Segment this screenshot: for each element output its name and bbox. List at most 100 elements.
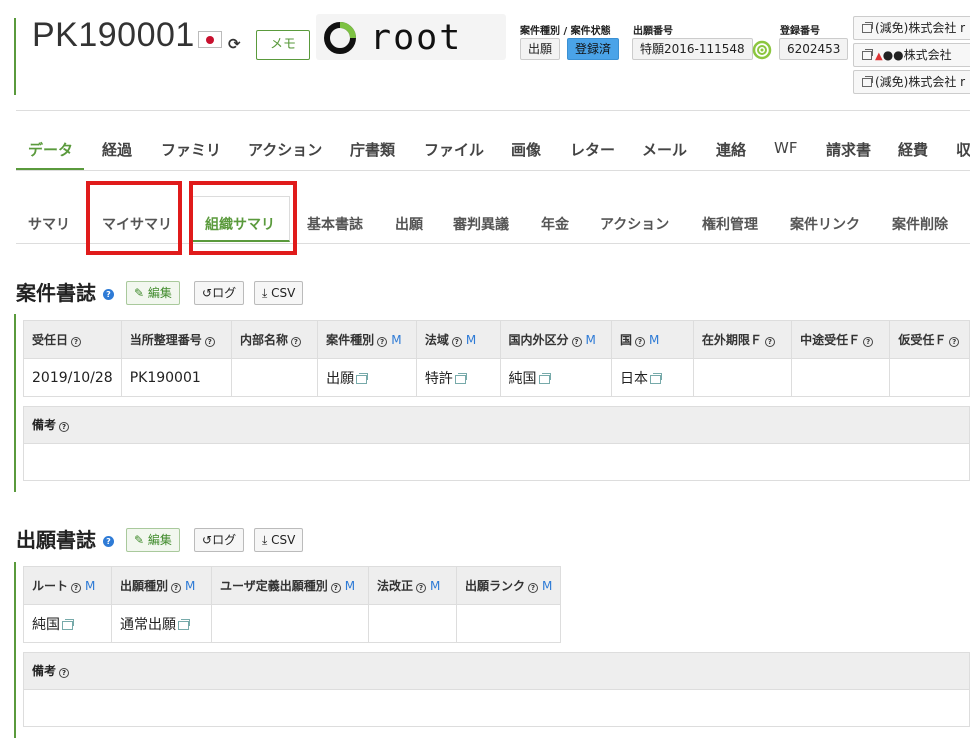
col-header: 法域? M — [415, 320, 501, 359]
section2-accent-bar — [14, 562, 16, 738]
master-link[interactable]: M — [345, 579, 355, 593]
case-kind-label: 案件種別 / 案件状態 — [520, 26, 611, 37]
root-ip-logo: root ip — [316, 14, 506, 60]
section2-title: 出願書誌 ? — [16, 524, 114, 553]
japan-flag-icon — [198, 31, 222, 48]
col-header: 受任日? — [23, 320, 122, 359]
table-header-row: 受任日? 当所整理番号? 内部名称? 案件種別? M 法域? M 国内外区分? M 国… — [23, 320, 970, 359]
warning-icon: ▲ — [875, 51, 883, 62]
table-cell — [211, 604, 369, 643]
section1-edit-button[interactable]: ✎ 編集 — [126, 281, 180, 305]
subtab-basic-info[interactable]: 基本書誌 — [307, 214, 363, 234]
main-tabs-divider — [16, 170, 970, 171]
master-link[interactable]: M — [430, 579, 440, 593]
subtab-case-link[interactable]: 案件リンク — [790, 214, 860, 234]
subtab-summary[interactable]: サマリ — [28, 214, 70, 234]
application-info-table: ルート? M 出願種別? M ユーザ定義出願種別? M 法改正? M 出願ランク? M 純… — [23, 566, 562, 643]
table-cell: 2019/10/28 — [23, 358, 122, 397]
header-accent-bar — [14, 18, 16, 95]
tab-action[interactable]: アクション — [248, 139, 322, 160]
subtab-action[interactable]: アクション — [600, 214, 669, 234]
section2-log-button[interactable]: ↺ログ — [194, 528, 245, 552]
client-chip-2[interactable]: ▲●●株式会社 — [853, 43, 970, 67]
tab-invoice[interactable]: 請求書 — [826, 139, 871, 160]
tab-revenue[interactable]: 収 — [956, 139, 970, 160]
table-cell: 純国 — [23, 604, 112, 643]
tab-data[interactable]: データ — [28, 139, 73, 160]
case-number-title: PK190001 — [32, 16, 195, 54]
download-icon: ⤓ — [262, 533, 268, 547]
tab-images[interactable]: 画像 — [511, 139, 541, 160]
copy-icon[interactable] — [62, 618, 74, 630]
subtab-case-delete[interactable]: 案件削除 — [892, 214, 948, 234]
master-link[interactable]: M — [649, 333, 659, 347]
tab-office-docs[interactable]: 庁書類 — [350, 139, 395, 160]
client-chip-3[interactable]: (減免)株式会社 r — [853, 70, 970, 94]
header-divider — [16, 110, 970, 111]
master-link[interactable]: M — [466, 333, 476, 347]
section1-log-button[interactable]: ↺ログ — [194, 281, 245, 305]
refresh-icon[interactable]: ⟳ — [228, 35, 241, 53]
section2-notes-header: 備考? — [23, 652, 970, 690]
master-link[interactable]: M — [586, 333, 596, 347]
help-icon: ? — [59, 668, 70, 678]
tab-expenses[interactable]: 経費 — [898, 139, 928, 160]
col-header: 国内外区分? M — [499, 320, 612, 359]
col-header: 出願種別? M — [111, 566, 212, 605]
copy-icon — [862, 49, 873, 60]
tab-progress[interactable]: 経過 — [102, 139, 132, 160]
help-icon: ? — [416, 583, 427, 593]
memo-button[interactable]: メモ — [256, 30, 310, 60]
subtab-rights-mgmt[interactable]: 権利管理 — [702, 214, 758, 234]
app-number-chip[interactable]: 特願2016-111548 — [632, 38, 753, 60]
highlight-box-org-summary — [189, 181, 297, 255]
jplatpat-icon[interactable] — [752, 40, 772, 60]
tab-letters[interactable]: レター — [570, 139, 615, 160]
help-icon[interactable]: ? — [102, 536, 114, 547]
subtab-trial-opposition[interactable]: 審判異議 — [453, 214, 509, 234]
master-link[interactable]: M — [391, 333, 401, 347]
help-icon: ? — [71, 337, 82, 347]
tab-files[interactable]: ファイル — [424, 139, 484, 160]
table-cell: 出願 — [317, 358, 417, 397]
section1-notes-body — [23, 444, 970, 481]
history-icon: ↺ — [202, 533, 213, 547]
section2-csv-button[interactable]: ⤓ CSV — [254, 528, 304, 552]
copy-icon[interactable] — [178, 618, 190, 630]
help-icon: ? — [949, 337, 960, 347]
section2-edit-button[interactable]: ✎ 編集 — [126, 528, 180, 552]
section1-accent-bar — [14, 314, 16, 492]
help-icon: ? — [290, 337, 301, 347]
help-icon[interactable]: ? — [102, 289, 114, 300]
copy-icon[interactable] — [454, 372, 467, 384]
col-header: 仮受任Ｆ? — [889, 320, 970, 359]
client-chip-1[interactable]: (減免)株式会社 r — [853, 16, 970, 40]
copy-icon[interactable] — [538, 372, 551, 384]
section1-csv-button[interactable]: ⤓ CSV — [254, 281, 304, 305]
table-cell: 純国 — [499, 358, 612, 397]
tab-contact[interactable]: 連絡 — [716, 139, 746, 160]
tab-mail[interactable]: メール — [642, 139, 687, 160]
app-number-label: 出願番号 — [633, 26, 673, 37]
subtab-application[interactable]: 出願 — [395, 214, 423, 234]
help-icon: ? — [204, 337, 215, 347]
table-cell: 特許 — [415, 358, 501, 397]
help-icon: ? — [59, 422, 70, 432]
master-link[interactable]: M — [542, 579, 552, 593]
tab-wf[interactable]: WF — [774, 139, 797, 157]
col-header: 当所整理番号? — [120, 320, 232, 359]
master-link[interactable]: M — [85, 579, 95, 593]
help-icon: ? — [171, 583, 182, 593]
master-link[interactable]: M — [185, 579, 195, 593]
help-icon: ? — [528, 583, 539, 593]
subtab-annuity[interactable]: 年金 — [541, 214, 569, 234]
help-icon: ? — [451, 337, 462, 347]
help-icon: ? — [863, 337, 874, 347]
table-header-row: ルート? M 出願種別? M ユーザ定義出願種別? M 法改正? M 出願ランク? M — [23, 566, 562, 605]
copy-icon[interactable] — [649, 372, 662, 384]
history-icon: ↺ — [202, 286, 213, 300]
reg-number-chip[interactable]: 6202453 — [779, 38, 849, 60]
table-cell — [889, 358, 970, 397]
tab-family[interactable]: ファミリ — [161, 139, 221, 160]
copy-icon[interactable] — [356, 372, 369, 384]
